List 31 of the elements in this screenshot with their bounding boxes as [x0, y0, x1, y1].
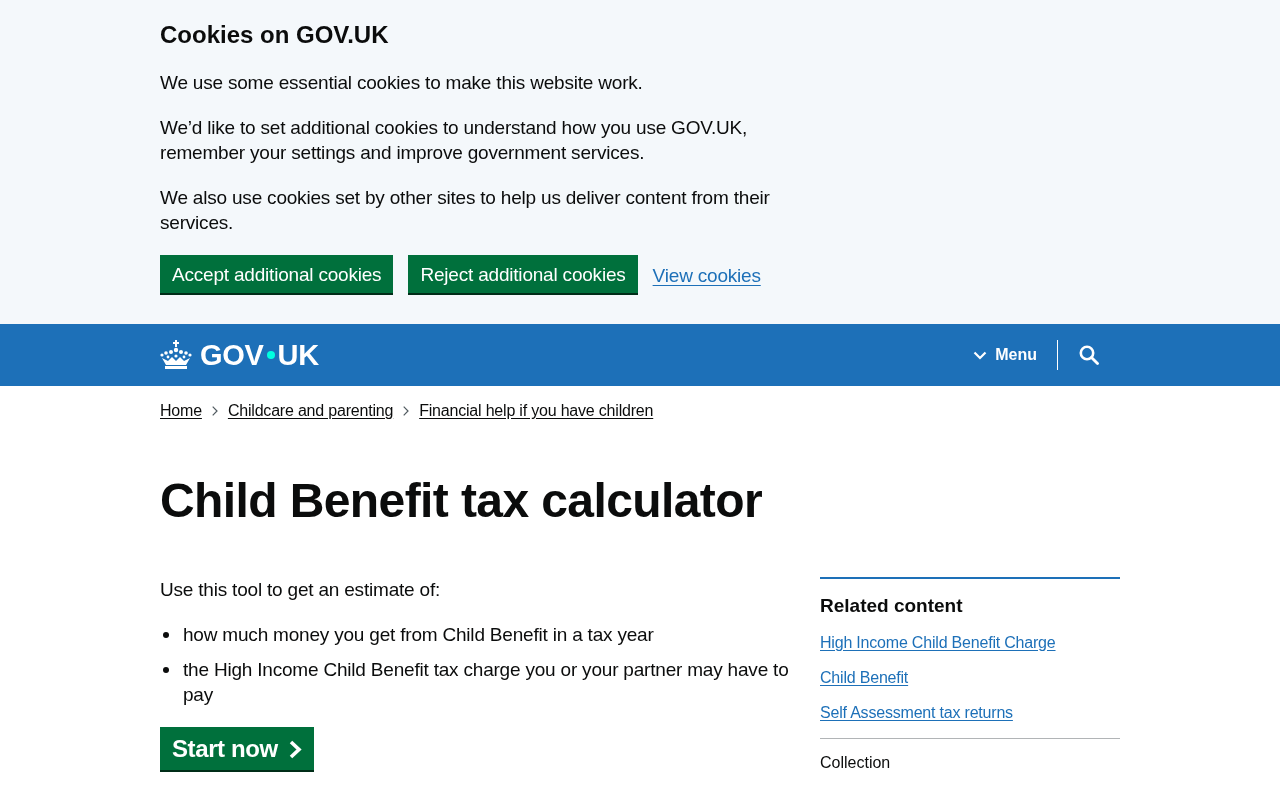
list-item-text: the High Income Child Benefit tax charge you or your partner may have to pay — [183, 658, 790, 707]
menu-button[interactable]: Menu — [973, 345, 1057, 365]
related-link[interactable]: Child Benefit — [820, 669, 909, 686]
chevron-right-icon — [288, 739, 302, 759]
cookie-banner-text: We’d like to set additional cookies to understand how you use GOV.UK, remember your settings and improve government services. — [160, 116, 749, 165]
breadcrumb-link[interactable]: Childcare and parenting — [227, 401, 394, 421]
start-now-button[interactable]: Start now — [160, 727, 314, 770]
bullet-icon — [163, 667, 169, 673]
cookie-button[interactable]: Reject additional cookies — [408, 255, 638, 293]
view-cookies-link[interactable]: View cookies — [652, 262, 761, 288]
crown-icon — [160, 340, 192, 370]
search-icon — [1079, 345, 1099, 365]
list-item-text: how much money you get from Child Benefit in a tax year — [183, 623, 654, 647]
chevron-down-icon — [973, 350, 988, 360]
cookie-button[interactable]: Accept additional cookies — [160, 255, 394, 293]
intro-text: Use this tool to get an estimate of: — [160, 578, 442, 602]
breadcrumb-link[interactable]: Financial help if you have children — [419, 401, 654, 421]
bullet-icon — [163, 632, 169, 638]
page-title: Child Benefit tax calculator — [160, 476, 763, 526]
related-link[interactable]: Self Assessment tax returns — [820, 704, 1013, 721]
related-content-heading: Related content — [820, 594, 964, 618]
dot-icon — [266, 351, 275, 359]
cookie-banner-title: Cookies on GOV.UK — [160, 20, 390, 50]
breadcrumb-link[interactable]: Home — [160, 401, 202, 421]
collection-heading: Collection — [820, 753, 892, 773]
cookie-banner-text: We also use cookies set by other sites to help us deliver content from their services. — [160, 186, 771, 235]
cookie-banner-text: We use some essential cookies to make this website work. — [160, 71, 644, 95]
govuk-logo-link[interactable]: GOV UK — [160, 340, 319, 370]
chevron-right-icon — [403, 406, 410, 416]
related-link[interactable]: High Income Child Benefit Charge — [820, 634, 1056, 651]
chevron-right-icon — [211, 406, 218, 416]
